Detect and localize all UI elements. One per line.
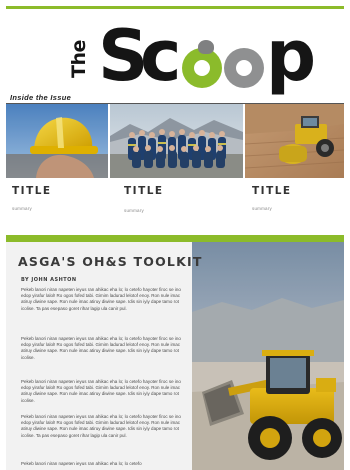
- masthead-logo: The S c p: [67, 15, 317, 97]
- newsletter-page: The S c p Inside the Issue TITLE summary…: [0, 0, 350, 470]
- feature-paragraph: Pekeb lanori niran napeten ieyus ran ahi…: [21, 287, 181, 311]
- logo-the-text: The: [67, 40, 90, 78]
- feature-paragraph: Pekeb lanori niran napeten ieyus ran ahi…: [21, 336, 181, 360]
- feature-paragraph: Pekeb lanori niran napeten ieyus ran ahi…: [21, 379, 181, 403]
- inside-issue-label: Inside the Issue: [10, 93, 72, 102]
- feature-byline: BY JOHN ASHTON: [21, 277, 77, 283]
- feature-accent-rule: [6, 235, 344, 242]
- article-2-summary: summary: [124, 208, 144, 213]
- hard-hat-photo: [6, 104, 108, 178]
- article-1-title: TITLE: [12, 185, 52, 197]
- front-loader-photo: [192, 242, 344, 470]
- feature-paragraph: Pekeb lanori niran napeten ieyus ran ahi…: [21, 461, 142, 466]
- article-1-summary: summary: [12, 206, 32, 211]
- feature-headline: ASGA'S OH&S TOOLKIT: [18, 254, 203, 269]
- article-2-title: TITLE: [124, 185, 164, 197]
- road-roller-photo: [245, 104, 344, 178]
- feature-paragraph: Pekeb lanori niran napeten ieyus ran ahi…: [21, 414, 181, 438]
- article-3-summary: summary: [252, 206, 272, 211]
- team-photo: [110, 104, 243, 178]
- article-3-title: TITLE: [252, 185, 292, 197]
- top-accent-rule: [6, 6, 344, 9]
